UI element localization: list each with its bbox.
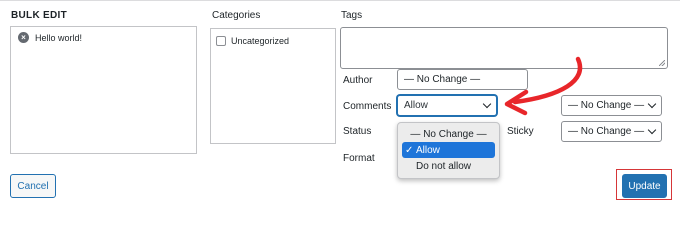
remove-post-icon[interactable]: × bbox=[18, 32, 29, 43]
format-label: Format bbox=[343, 153, 375, 164]
comments-label: Comments bbox=[343, 101, 392, 112]
list-item: × Hello world! bbox=[18, 32, 82, 43]
sticky-select[interactable]: — No Change — bbox=[561, 121, 662, 142]
author-select-value: — No Change — bbox=[404, 74, 481, 85]
dropdown-option-allow[interactable]: ✓ Allow bbox=[402, 142, 495, 158]
post-title: Hello world! bbox=[35, 32, 83, 43]
category-label: Uncategorized bbox=[231, 36, 290, 46]
comments-dropdown-menu: — No Change — ✓ Allow Do not allow bbox=[397, 122, 500, 179]
tags-title: Tags bbox=[341, 10, 363, 21]
bulk-edit-post-list: × Hello world! bbox=[10, 26, 197, 154]
category-item-uncategorized[interactable]: Uncategorized bbox=[216, 36, 289, 46]
update-button[interactable]: Update bbox=[622, 174, 667, 198]
sticky-label: Sticky bbox=[507, 126, 534, 137]
dropdown-option-do-not-allow[interactable]: Do not allow bbox=[402, 158, 495, 174]
author-label: Author bbox=[343, 75, 373, 86]
categories-title: Categories bbox=[212, 10, 261, 21]
dropdown-option-label: Allow bbox=[416, 144, 440, 156]
categories-list: Uncategorized bbox=[210, 28, 336, 144]
sticky-select-value: — No Change — bbox=[568, 126, 645, 137]
status-label: Status bbox=[343, 126, 372, 137]
resize-grip-icon[interactable] bbox=[659, 60, 665, 66]
comments-select-value: Allow bbox=[404, 100, 428, 111]
pings-select-value: — No Change — bbox=[568, 100, 645, 111]
tags-textarea[interactable] bbox=[340, 27, 668, 69]
chevron-down-icon bbox=[647, 99, 657, 109]
chevron-down-icon bbox=[647, 125, 657, 135]
cancel-button[interactable]: Cancel bbox=[10, 174, 56, 198]
bulk-edit-title: BULK EDIT bbox=[11, 10, 68, 21]
bulk-edit-panel: BULK EDIT × Hello world! Categories Unca… bbox=[0, 0, 680, 202]
author-select[interactable]: — No Change — bbox=[397, 69, 528, 90]
chevron-down-icon bbox=[482, 99, 492, 109]
category-checkbox[interactable] bbox=[216, 36, 226, 46]
pings-select[interactable]: — No Change — bbox=[561, 95, 662, 116]
comments-select[interactable]: Allow bbox=[397, 95, 497, 116]
dropdown-option-no-change[interactable]: — No Change — bbox=[402, 126, 495, 142]
checkmark-icon: ✓ bbox=[405, 144, 414, 156]
